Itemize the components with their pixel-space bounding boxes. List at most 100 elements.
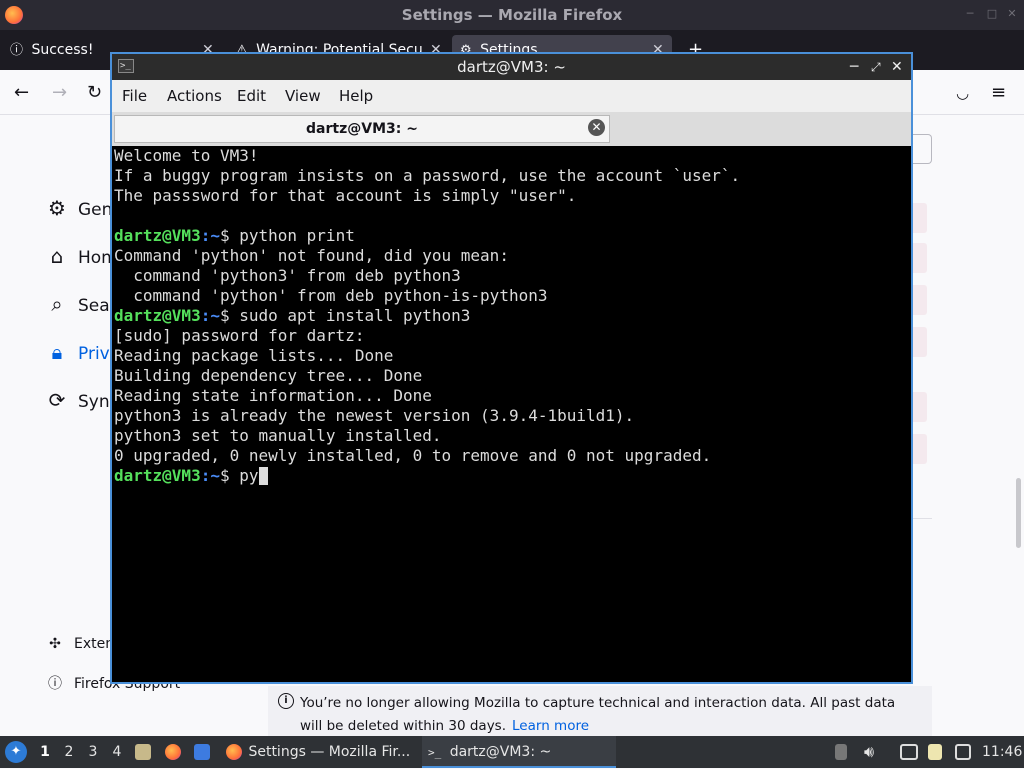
file-manager-icon[interactable]: [135, 736, 151, 768]
network-icon[interactable]: [900, 736, 918, 768]
terminal-line: 0 upgraded, 0 newly installed, 0 to remo…: [114, 446, 909, 466]
task-terminal[interactable]: >_ dartz@VM3: ~: [422, 736, 616, 768]
terminal-line: dartz@VM3:~$ py: [114, 466, 909, 486]
workspace-1[interactable]: 1: [34, 736, 56, 768]
search-field-edge: [912, 134, 932, 164]
terminal-line: command 'python' from deb python-is-pyth…: [114, 286, 909, 306]
start-menu-icon[interactable]: ✦: [5, 741, 27, 763]
task-firefox[interactable]: Settings — Mozilla Fir...: [222, 736, 416, 768]
menu-help[interactable]: Help: [339, 80, 373, 112]
terminal-line: If a buggy program insists on a password…: [114, 166, 909, 186]
terminal-line: Command 'python' not found, did you mean…: [114, 246, 909, 266]
lock-icon: 🔒︎: [51, 340, 63, 364]
output-text: Reading package lists... Done: [114, 346, 394, 365]
sidebar-item-privacy[interactable]: 🔒︎ Priva: [44, 337, 120, 367]
prompt-path: :~: [200, 226, 220, 245]
terminal-icon: >_: [428, 746, 442, 759]
terminal-line: python3 set to manually installed.: [114, 426, 909, 446]
minimize-icon[interactable]: ─: [964, 8, 976, 20]
sidebar-link-extensions[interactable]: ✣ Exten: [46, 636, 114, 652]
terminal-tab[interactable]: dartz@VM3: ~: [114, 115, 610, 143]
info-icon: i: [278, 693, 294, 709]
output-text: Welcome to VM3!: [114, 146, 259, 165]
menu-view[interactable]: View: [285, 80, 321, 112]
terminal-menubar: File Actions Edit View Help: [112, 80, 911, 112]
command-text: sudo apt install python3: [239, 306, 471, 325]
maximize-icon[interactable]: ⤢: [871, 54, 881, 80]
reload-icon[interactable]: ↻: [87, 82, 102, 103]
notes-icon[interactable]: [955, 736, 971, 768]
output-text: python3 set to manually installed.: [114, 426, 442, 445]
terminal-line: [sudo] password for dartz:: [114, 326, 909, 346]
output-text: If a buggy program insists on a password…: [114, 166, 741, 185]
sidebar-item-general[interactable]: ⚙ Gen: [44, 193, 112, 223]
prompt-sign: $: [219, 306, 240, 325]
workspace-2[interactable]: 2: [58, 736, 80, 768]
terminal-line: python3 is already the newest version (3…: [114, 406, 909, 426]
taskbar: ✦ 1 2 3 4 Settings — Mozilla Fir... >_ d…: [0, 736, 1024, 768]
clipboard-icon[interactable]: [928, 736, 942, 768]
output-text: Reading state information... Done: [114, 386, 432, 405]
learn-more-link[interactable]: Learn more: [512, 718, 589, 734]
menu-edit[interactable]: Edit: [237, 80, 266, 112]
gear-icon: ⚙: [48, 196, 66, 220]
output-text: Building dependency tree... Done: [114, 366, 423, 385]
menu-file[interactable]: File: [122, 80, 147, 112]
terminal-line: Building dependency tree... Done: [114, 366, 909, 386]
menu-actions[interactable]: Actions: [167, 80, 222, 112]
firefox-titlebar: Settings — Mozilla Firefox: [0, 0, 1024, 30]
volume-icon[interactable]: 🔊︎: [864, 736, 874, 768]
prompt-sign: $: [219, 466, 240, 485]
terminal-line: dartz@VM3:~$ python print: [114, 226, 909, 246]
close-icon[interactable]: ✕: [1006, 8, 1018, 20]
firefox-logo-icon: [5, 6, 23, 24]
workspace-4[interactable]: 4: [106, 736, 128, 768]
command-text: py: [239, 466, 259, 485]
sidebar-link-label: Exten: [74, 636, 115, 652]
clock[interactable]: 11:46: [982, 736, 1022, 768]
desktop-icon[interactable]: [194, 736, 210, 768]
home-icon: ⌂: [50, 244, 64, 268]
output-text: command 'python' from deb python-is-pyth…: [114, 286, 548, 305]
firefox-launcher-icon[interactable]: [165, 736, 181, 768]
firefox-window-title: Settings — Mozilla Firefox: [401, 6, 623, 24]
terminal-output[interactable]: Welcome to VM3! If a buggy program insist…: [114, 146, 909, 682]
terminal-icon: >_: [118, 59, 134, 73]
sidebar-item-search[interactable]: ⌕ Sear: [44, 289, 116, 319]
tab-close-icon[interactable]: ✕: [588, 119, 605, 136]
close-icon[interactable]: ✕: [891, 54, 903, 80]
tab-icon: ⓘ: [10, 43, 24, 58]
terminal-titlebar[interactable]: >_ dartz@VM3: ~ ─ ⤢ ✕: [112, 54, 911, 80]
sidebar-item-label: Gen: [78, 200, 113, 220]
tab-label: Success!: [31, 42, 94, 58]
output-text: 0 upgraded, 0 newly installed, 0 to remo…: [114, 446, 712, 465]
back-icon[interactable]: ←: [14, 82, 29, 103]
infobar-text: You’re no longer allowing Mozilla to cap…: [300, 695, 896, 734]
pocket-icon[interactable]: ◡: [956, 84, 969, 102]
search-icon: ⌕: [51, 292, 63, 316]
output-text: Command 'python' not found, did you mean…: [114, 246, 509, 265]
terminal-tab-label: dartz@VM3: ~: [306, 121, 418, 137]
terminal-line: Reading package lists... Done: [114, 346, 909, 366]
telemetry-infobar: i You’re no longer allowing Mozilla to c…: [268, 686, 932, 736]
sidebar-item-home[interactable]: ⌂ Hom: [44, 241, 118, 271]
minimize-icon[interactable]: ─: [850, 54, 858, 80]
storage-icon[interactable]: [835, 736, 847, 768]
help-icon: ⓘ: [48, 676, 62, 692]
task-label: Settings — Mozilla Fir...: [248, 744, 411, 760]
workspace-3[interactable]: 3: [82, 736, 104, 768]
prompt-path: :~: [200, 306, 220, 325]
sidebar-item-sync[interactable]: ⟳ Sync: [44, 385, 119, 415]
terminal-line: dartz@VM3:~$ sudo apt install python3: [114, 306, 909, 326]
forward-icon[interactable]: →: [52, 82, 67, 103]
puzzle-icon: ✣: [49, 636, 61, 652]
menu-icon[interactable]: ≡: [991, 82, 1006, 103]
maximize-icon[interactable]: □: [986, 8, 998, 20]
terminal-window-title: dartz@VM3: ~: [457, 58, 566, 76]
page-scrollbar[interactable]: [1016, 478, 1021, 548]
command-text: python print: [239, 226, 355, 245]
divider: [910, 518, 932, 519]
output-text: python3 is already the newest version (3…: [114, 406, 635, 425]
prompt-path: :~: [200, 466, 220, 485]
